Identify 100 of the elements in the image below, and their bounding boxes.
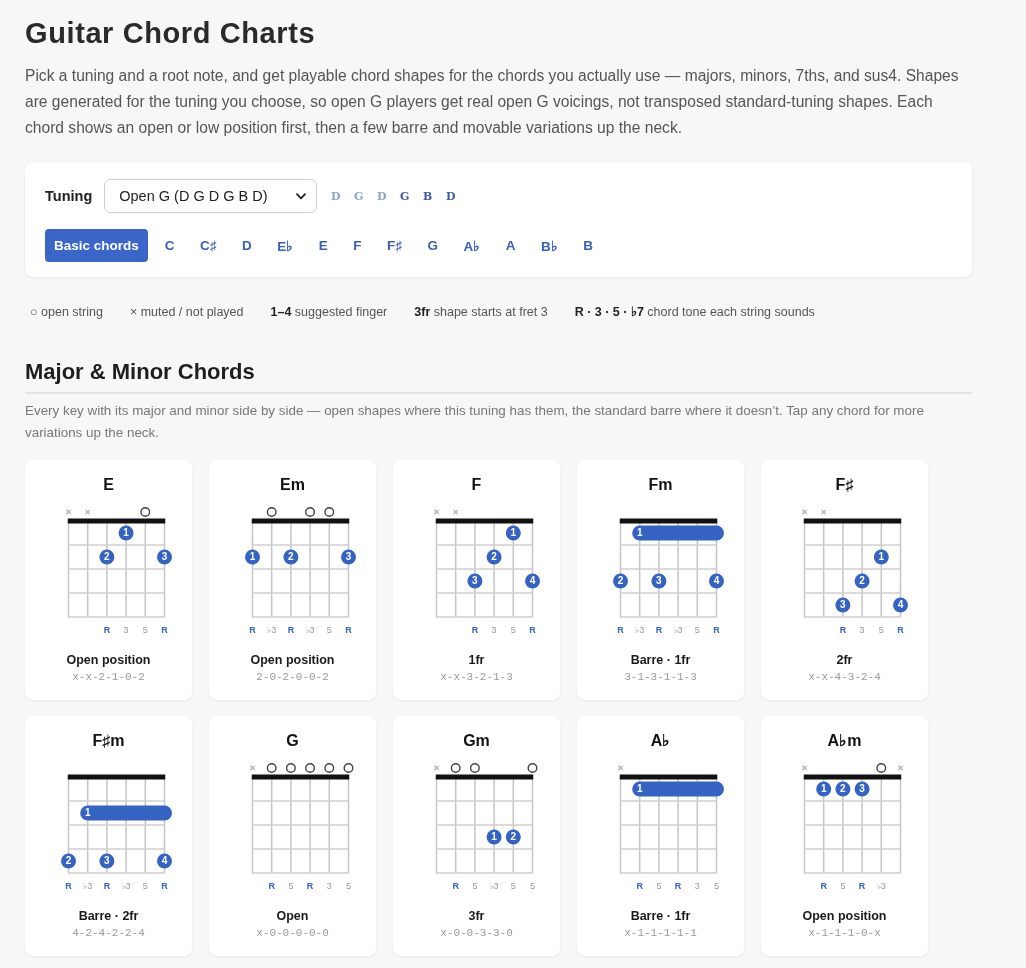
section-description: Every key with its major and minor side by side — open shapes where this tuning has them, the standard barre where it doesn’t. Tap any chord for more variations up the neck. <box>25 402 925 442</box>
chord-tone: R <box>287 625 294 635</box>
string-note: G <box>353 189 365 203</box>
chord-tone: R <box>674 881 681 891</box>
string-note: D <box>444 189 457 203</box>
fingering-code: x-1-1-1-0-x <box>808 926 881 941</box>
barre-bar: 1 <box>631 781 724 797</box>
chord-tone: R <box>839 625 846 635</box>
position-label: Open position <box>250 652 335 669</box>
tuning-select[interactable]: Open G (D G D G B D) <box>104 179 318 213</box>
finger-dot: 3 <box>98 853 114 869</box>
chord-tone: ♭3 <box>634 625 644 635</box>
key-tab[interactable]: G <box>416 229 450 262</box>
open-string-icon <box>304 507 315 517</box>
chord-card[interactable]: Em R ♭3 R ♭3 5 R 1 2 3 Open position 2-0-2-0-0-2 <box>209 460 376 700</box>
finger-dot: 2 <box>486 549 502 565</box>
string-note: D <box>375 189 388 203</box>
chord-card[interactable]: F♯m R ♭3 R ♭3 5 R 1 2 3 4 Barre · 2fr 4-2-4-2-2-4 <box>25 716 192 956</box>
finger-dot: 1 <box>873 549 889 565</box>
finger-dot: 4 <box>524 573 540 589</box>
muted-icon <box>433 765 439 771</box>
key-tab[interactable]: D <box>230 229 264 262</box>
chord-name: F <box>471 475 482 495</box>
chord-tone: 5 <box>345 881 351 891</box>
chord-name: G <box>286 731 299 751</box>
chord-tone: R <box>896 625 904 635</box>
muted-icon <box>801 765 807 771</box>
chord-tone: 5 <box>142 625 148 635</box>
string-note: G <box>399 189 411 203</box>
chord-tone: R <box>451 881 459 891</box>
chord-tone: R <box>267 881 275 891</box>
chord-tone: 3 <box>491 625 497 635</box>
chord-tone: R <box>471 625 478 635</box>
chord-name: Fm <box>648 475 673 495</box>
chord-card[interactable]: F R 3 5 R 1 2 3 4 1fr x-x-3-2-1-3 <box>393 460 560 700</box>
barre-bar: 1 <box>631 525 724 541</box>
finger-dot: 2 <box>505 829 521 845</box>
chord-tone: ♭3 <box>305 625 315 635</box>
barre-bar: 1 <box>79 805 172 821</box>
finger-dot: 2 <box>854 573 870 589</box>
finger-dot: 4 <box>892 597 908 613</box>
finger-dot: 2 <box>612 573 628 589</box>
open-string-icon <box>875 763 886 773</box>
legend-item: ○ open string <box>30 304 103 321</box>
chord-tone: 5 <box>694 625 700 635</box>
chord-name: F♯ <box>835 475 854 495</box>
finger-dot: 3 <box>854 781 870 797</box>
chord-card[interactable]: A♭m R 5 R ♭3 1 2 3 Open position x-1-1-1-0-x <box>761 716 928 956</box>
fingering-code: 4-2-4-2-2-4 <box>72 926 145 941</box>
position-label: 1fr <box>468 652 485 669</box>
position-label: Barre · 2fr <box>78 908 139 925</box>
fingering-code: x-0-0-0-0-0 <box>256 926 329 941</box>
key-tab[interactable]: C <box>153 229 187 262</box>
chord-name: A♭m <box>827 731 862 751</box>
chord-card[interactable]: Gm R 5 ♭3 5 5 1 2 3fr x-0-0-3-3-0 <box>393 716 560 956</box>
key-tab[interactable]: A♭ <box>452 229 492 262</box>
chord-card[interactable]: Fm R ♭3 R ♭3 5 R 1 2 3 4 Barre · 1fr 3-1-3-1-1-3 <box>577 460 744 700</box>
key-tab[interactable]: A <box>494 229 528 262</box>
key-tab[interactable]: F♯ <box>375 229 414 262</box>
finger-dot: 3 <box>340 549 356 565</box>
key-tab[interactable]: E♭ <box>265 229 305 262</box>
chord-tone: R <box>712 625 720 635</box>
finger-dot: 1 <box>815 781 831 797</box>
open-string-icon <box>304 763 315 773</box>
position-label: Open position <box>802 908 887 925</box>
chord-card[interactable]: F♯ R 3 5 R 1 2 3 4 2fr x-x-4-3-2-4 <box>761 460 928 700</box>
muted-icon <box>84 509 90 515</box>
chord-tone: ♭3 <box>876 881 886 891</box>
fingering-code: x-x-2-1-0-2 <box>72 670 145 685</box>
legend-item: 3fr shape starts at fret 3 <box>414 304 548 321</box>
key-tab[interactable]: B♭ <box>529 229 570 262</box>
key-tab[interactable]: Basic chords <box>45 229 148 262</box>
position-label: 3fr <box>468 908 485 925</box>
finger-dot: 2 <box>282 549 298 565</box>
chord-name: Gm <box>463 731 490 751</box>
finger-dot: 2 <box>834 781 850 797</box>
key-tab[interactable]: F <box>341 229 374 262</box>
chord-tone: ♭3 <box>121 881 131 891</box>
chord-tone: 5 <box>529 881 535 891</box>
finger-dot: 2 <box>60 853 76 869</box>
key-tab[interactable]: C♯ <box>188 229 229 262</box>
chord-card[interactable]: G R 5 R 3 5 Open x-0-0-0-0-0 <box>209 716 376 956</box>
chord-tone: 5 <box>471 881 477 891</box>
finger-dot: 1 <box>244 549 260 565</box>
chord-tone: 5 <box>510 881 516 891</box>
key-tab[interactable]: E <box>307 229 340 262</box>
chord-tone: 3 <box>694 881 700 891</box>
chord-name: F♯m <box>92 731 125 751</box>
chord-name: E <box>103 475 114 495</box>
legend-item: R · 3 · 5 · ♭7 chord tone each string sounds <box>574 304 815 321</box>
chord-tone: R <box>103 625 110 635</box>
chord-tone: 5 <box>713 881 719 891</box>
chord-tone: 3 <box>859 625 865 635</box>
open-string-icon <box>285 763 296 773</box>
muted-icon <box>897 765 903 771</box>
key-tab[interactable]: B <box>571 229 605 262</box>
chord-card[interactable]: E R 3 5 R 1 2 3 Open position x-x-2-1-0-2 <box>25 460 192 700</box>
chord-card[interactable]: A♭ R 5 R 3 5 1 Barre · 1fr x-1-1-1-1-1 <box>577 716 744 956</box>
finger-dot: 3 <box>466 573 482 589</box>
chord-tone: 5 <box>655 881 661 891</box>
